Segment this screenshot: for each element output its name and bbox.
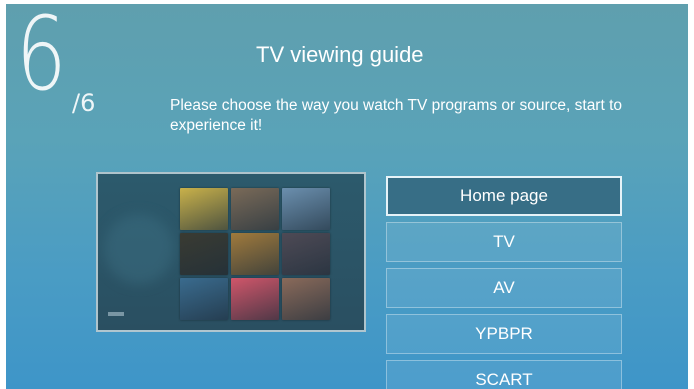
preview-poster-tile: [231, 188, 279, 230]
preview-background-decoration: [104, 214, 174, 284]
menu-item-tv[interactable]: TV: [386, 222, 622, 262]
preview-poster-tile: [180, 278, 228, 320]
tv-guide-screen: 6 /6 TV viewing guide Please choose the …: [6, 4, 688, 389]
menu-item-ypbpr[interactable]: YPBPR: [386, 314, 622, 354]
preview-poster-tile: [282, 188, 330, 230]
home-page-preview-image: [96, 172, 366, 332]
page-title: TV viewing guide: [256, 42, 424, 67]
page-subtitle: Please choose the way you watch TV progr…: [170, 97, 623, 134]
menu-item-av[interactable]: AV: [386, 268, 622, 308]
preview-poster-tile: [282, 278, 330, 320]
preview-poster-tile: [180, 188, 228, 230]
preview-logo-mark: [108, 312, 124, 316]
preview-poster-tile: [282, 233, 330, 275]
source-menu: Home page TV AV YPBPR SCART: [386, 176, 624, 389]
menu-item-home-page[interactable]: Home page: [386, 176, 622, 216]
menu-item-scart[interactable]: SCART: [386, 360, 622, 389]
preview-poster-grid: [180, 188, 330, 320]
step-total-number: /6: [72, 89, 96, 117]
preview-poster-tile: [231, 278, 279, 320]
preview-poster-tile: [180, 233, 228, 275]
preview-poster-tile: [231, 233, 279, 275]
